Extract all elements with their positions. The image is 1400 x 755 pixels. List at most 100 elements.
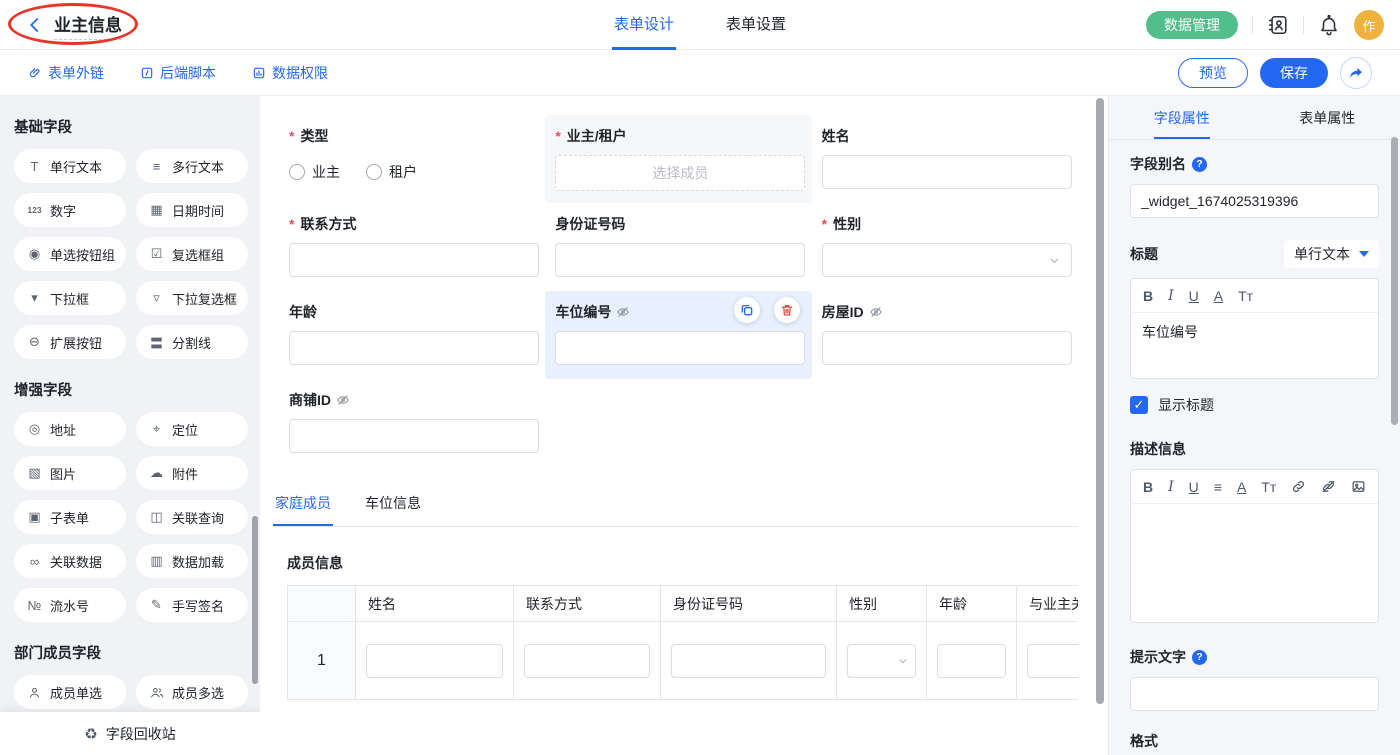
sidebar-scrollbar[interactable] [252, 516, 258, 684]
tab-field-properties[interactable]: 字段属性 [1109, 96, 1255, 139]
help-icon[interactable]: ? [1192, 650, 1207, 665]
field-card-house-id[interactable]: 房屋ID [812, 291, 1078, 379]
radio-option-tenant[interactable]: 租户 [366, 162, 417, 182]
field-card-parking-no-selected[interactable]: 车位编号 [545, 291, 811, 379]
title-editor: B I U A Tᴛ 车位编号 [1130, 278, 1379, 379]
palette-item-attachment[interactable]: ☁附件 [136, 456, 248, 490]
tab-form-properties[interactable]: 表单属性 [1255, 96, 1400, 139]
unlink-icon[interactable] [1321, 479, 1336, 494]
copy-field-button[interactable] [734, 297, 760, 323]
canvas-scrollbar[interactable] [1096, 98, 1104, 704]
back-button[interactable] [26, 16, 44, 34]
palette-item-data-load[interactable]: ▥数据加载 [136, 544, 248, 578]
palette-item-dropdown[interactable]: ▾下拉框 [14, 281, 126, 315]
field-card-gender[interactable]: *性别 [812, 203, 1078, 291]
bold-button[interactable]: B [1143, 288, 1153, 304]
field-card-id-number[interactable]: 身份证号码 [545, 203, 811, 291]
tab-form-design[interactable]: 表单设计 [614, 0, 674, 50]
palette-item-address[interactable]: ◎地址 [14, 412, 126, 446]
italic-button[interactable]: I [1168, 479, 1174, 495]
title-editor-content[interactable]: 车位编号 [1131, 313, 1378, 378]
script-icon [140, 66, 154, 80]
palette-item-image[interactable]: ▧图片 [14, 456, 126, 490]
palette-item-extend-button[interactable]: ⊖扩展按钮 [14, 325, 126, 359]
row-age-input[interactable] [937, 644, 1006, 678]
font-size-button[interactable]: Tᴛ [1238, 288, 1253, 304]
palette-item-location[interactable]: ⌖定位 [136, 412, 248, 446]
contact-book-icon[interactable] [1267, 14, 1289, 36]
palette-item-member-multi[interactable]: 成员多选 [136, 675, 248, 709]
palette-item-divider[interactable]: 〓分割线 [136, 325, 248, 359]
palette-item-single-line-text[interactable]: T单行文本 [14, 149, 126, 183]
underline-button[interactable]: U [1189, 288, 1199, 304]
tab-family-members[interactable]: 家庭成员 [273, 493, 333, 526]
gender-select[interactable] [822, 243, 1072, 277]
notification-bell-icon[interactable] [1318, 14, 1340, 36]
delete-field-button[interactable] [774, 297, 800, 323]
contact-input[interactable] [289, 243, 539, 277]
description-editor-content[interactable] [1131, 504, 1378, 622]
palette-item-relation-query[interactable]: ◫关联查询 [136, 500, 248, 534]
field-card-shop-id[interactable]: 商铺ID [279, 379, 549, 467]
parking-no-input[interactable] [555, 331, 805, 365]
field-card-name[interactable]: 姓名 [812, 115, 1078, 203]
field-card-age[interactable]: 年龄 [279, 291, 545, 379]
font-color-button[interactable]: A [1237, 479, 1246, 495]
row-relation-input[interactable] [1027, 644, 1078, 678]
field-card-owner[interactable]: *业主/租户 选择成员 [545, 115, 811, 203]
id-number-input[interactable] [555, 243, 805, 277]
palette-item-serial-number[interactable]: №流水号 [14, 588, 126, 622]
underline-button[interactable]: U [1189, 479, 1199, 495]
radio-option-owner[interactable]: 业主 [289, 162, 340, 182]
tab-form-settings[interactable]: 表单设置 [726, 0, 786, 50]
member-table: 姓名 联系方式 身份证号码 性别 年龄 与业主关 1 [287, 585, 1078, 700]
field-alias-input[interactable] [1130, 184, 1379, 218]
field-recycle-bin-button[interactable]: ♻ 字段回收站 [0, 712, 260, 755]
house-id-input[interactable] [822, 331, 1072, 365]
row-id-number-input[interactable] [671, 644, 826, 678]
avatar[interactable]: 作 [1354, 10, 1384, 40]
field-type-select[interactable]: 单行文本 [1284, 240, 1379, 268]
palette-item-radio-group[interactable]: ◉单选按钮组 [14, 237, 126, 271]
tab-parking-info[interactable]: 车位信息 [363, 493, 423, 526]
hint-input[interactable] [1130, 677, 1379, 711]
data-permission-button[interactable]: 数据权限 [252, 63, 328, 83]
font-color-button[interactable]: A [1214, 288, 1223, 304]
palette-item-subform[interactable]: ▣子表单 [14, 500, 126, 534]
shop-id-input[interactable] [289, 419, 539, 453]
show-title-checkbox[interactable]: ✓ [1130, 396, 1148, 414]
palette-item-datetime[interactable]: ▦日期时间 [136, 193, 248, 227]
font-size-button[interactable]: Tᴛ [1261, 479, 1276, 495]
palette-item-checkbox-group[interactable]: ☑复选框组 [136, 237, 248, 271]
field-card-type[interactable]: *类型 业主 租户 [279, 115, 545, 203]
description-editor: B I U ≡ A Tᴛ [1130, 469, 1379, 623]
data-manage-button[interactable]: 数据管理 [1146, 11, 1238, 39]
panel-scrollbar[interactable] [1391, 137, 1398, 425]
palette-item-member-single[interactable]: 成员单选 [14, 675, 126, 709]
preview-button[interactable]: 预览 [1178, 58, 1248, 88]
italic-button[interactable]: I [1168, 288, 1174, 304]
show-title-label: 显示标题 [1158, 395, 1214, 415]
palette-item-number[interactable]: 123数字 [14, 193, 126, 227]
palette-item-relation-data[interactable]: ∞关联数据 [14, 544, 126, 578]
bold-button[interactable]: B [1143, 479, 1153, 495]
palette-item-multi-line-text[interactable]: ≡多行文本 [136, 149, 248, 183]
align-button[interactable]: ≡ [1214, 479, 1222, 495]
row-gender-select[interactable] [847, 644, 916, 678]
link-icon[interactable] [1291, 479, 1306, 494]
palette-item-multi-dropdown[interactable]: ▿下拉复选框 [136, 281, 248, 315]
age-input[interactable] [289, 331, 539, 365]
save-button[interactable]: 保存 [1260, 58, 1328, 88]
member-picker-button[interactable]: 选择成员 [555, 155, 805, 191]
row-name-input[interactable] [366, 644, 503, 678]
image-icon[interactable] [1351, 479, 1366, 494]
backend-script-button[interactable]: 后端脚本 [140, 63, 216, 83]
help-icon[interactable]: ? [1192, 157, 1207, 172]
row-contact-input[interactable] [524, 644, 650, 678]
external-link-button[interactable]: 表单外链 [28, 63, 104, 83]
name-input[interactable] [822, 155, 1072, 189]
properties-panel: 字段属性 表单属性 字段别名 ? 标题 单行文本 B I U A Tᴛ 车位编号 [1108, 96, 1400, 755]
field-card-contact[interactable]: *联系方式 [279, 203, 545, 291]
palette-item-signature[interactable]: ✎手写签名 [136, 588, 248, 622]
share-button[interactable] [1340, 57, 1372, 89]
